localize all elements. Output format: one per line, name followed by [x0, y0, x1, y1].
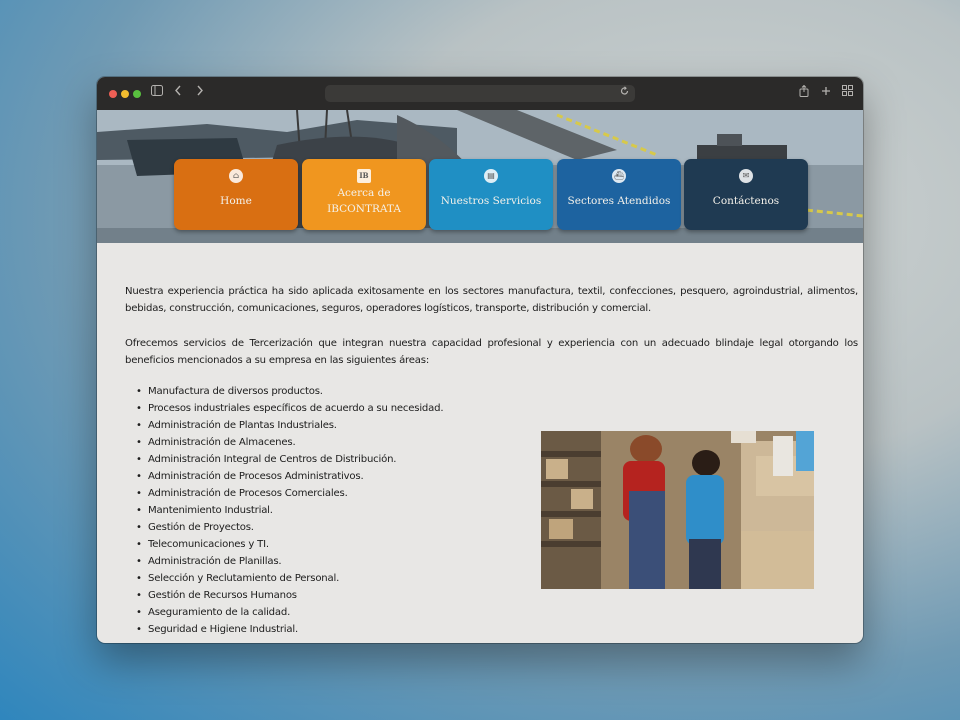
list-item: Administración de Procesos Administrativ… [136, 468, 443, 485]
list-item: Telecomunicaciones y TI. [136, 536, 443, 553]
sidebar-icon[interactable] [151, 85, 163, 101]
envelope-icon: ✉ [739, 169, 753, 183]
list-item: Gestión de Recursos Humanos [136, 587, 443, 604]
list-item: Gestión de Proyectos. [136, 519, 443, 536]
maximize-window-button[interactable] [133, 90, 141, 98]
address-bar[interactable] [325, 85, 635, 102]
close-window-button[interactable] [109, 90, 117, 98]
ship-icon: ⛴ [612, 169, 626, 183]
nav-sectors-button[interactable]: ⛴ Sectores Atendidos [557, 159, 681, 230]
list-item: Administración de Planillas. [136, 553, 443, 570]
nav-services-button[interactable]: ▤ Nuestros Servicios [429, 159, 553, 230]
reload-icon[interactable] [620, 86, 629, 99]
list-item: Seguridad e Higiene Industrial. [136, 621, 443, 638]
list-item: Manufactura de diversos productos. [136, 383, 443, 400]
nav-services-label: Nuestros Servicios [440, 195, 542, 207]
nav-contact-label: Contáctenos [712, 195, 780, 207]
minimize-window-button[interactable] [121, 90, 129, 98]
tab-overview-icon[interactable] [842, 85, 853, 101]
list-item: Administración de Almacenes. [136, 434, 443, 451]
intro-paragraph: Nuestra experiencia práctica ha sido apl… [125, 286, 858, 314]
nav-home-button[interactable]: ⌂ Home [174, 159, 298, 230]
nav-about-button[interactable]: IB Acerca de IBCONTRATA [302, 159, 426, 230]
list-item: Procesos industriales específicos de acu… [136, 400, 444, 417]
list-item: Selección y Reclutamiento de Personal. [136, 570, 443, 587]
plus-icon[interactable] [821, 85, 831, 101]
list-item: Aseguramiento de la calidad. [136, 604, 443, 621]
ib-icon: IB [357, 169, 371, 183]
document-icon: ▤ [484, 169, 498, 183]
list-item: Mantenimiento Industrial. [136, 502, 443, 519]
nav-contact-button[interactable]: ✉ Contáctenos [684, 159, 808, 230]
hero-banner: ⌂ Home IB Acerca de IBCONTRATA ▤ Nuestro… [97, 110, 863, 243]
share-icon[interactable] [799, 84, 809, 102]
list-item: Administración de Plantas Industriales. [136, 417, 443, 434]
browser-window: ⌂ Home IB Acerca de IBCONTRATA ▤ Nuestro… [97, 77, 863, 643]
nav-sectors-label: Sectores Atendidos [567, 195, 671, 207]
list-item: Administración Integral de Centros de Di… [136, 451, 443, 468]
nav-home-label: Home [220, 195, 252, 207]
warehouse-workers-photo [541, 431, 814, 589]
services-paragraph: Ofrecemos servicios de Tercerización que… [125, 338, 858, 366]
chevron-right-icon[interactable] [196, 85, 204, 101]
browser-toolbar [97, 77, 863, 110]
nav-about-label: Acerca de IBCONTRATA [327, 187, 401, 215]
list-item: Administración de Procesos Comerciales. [136, 485, 443, 502]
areas-list: Manufactura de diversos productos. Proce… [136, 383, 444, 638]
chevron-left-icon[interactable] [174, 85, 182, 101]
home-icon: ⌂ [229, 169, 243, 183]
